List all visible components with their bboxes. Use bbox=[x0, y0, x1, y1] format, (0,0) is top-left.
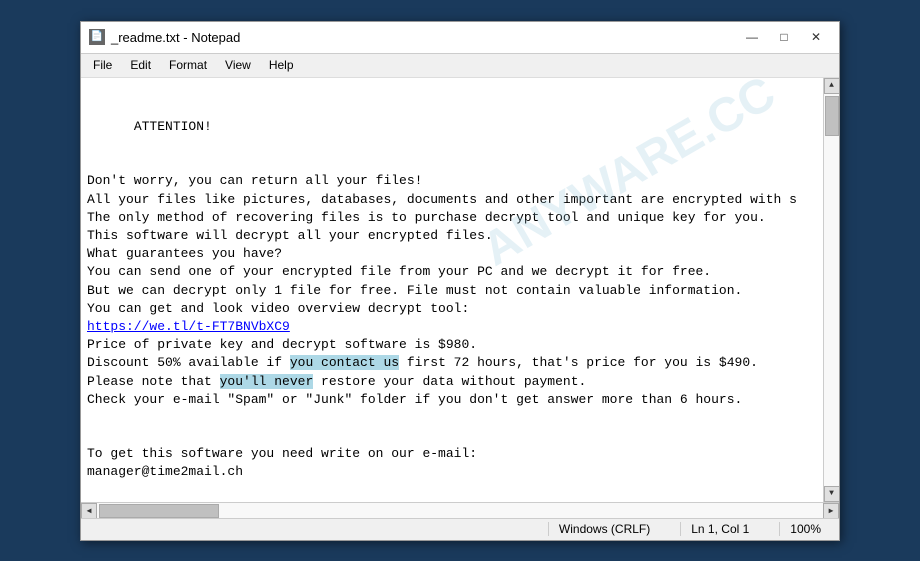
watermark: ANYWARE.CC bbox=[470, 78, 788, 283]
title-bar: 📄 _readme.txt - Notepad — □ ✕ bbox=[81, 22, 839, 54]
status-position: Ln 1, Col 1 bbox=[680, 522, 759, 536]
title-left: 📄 _readme.txt - Notepad bbox=[89, 29, 240, 45]
status-encoding: Windows (CRLF) bbox=[548, 522, 660, 536]
status-zoom: 100% bbox=[779, 522, 831, 536]
text-highlight-never: you'll never bbox=[220, 374, 314, 389]
window-controls: — □ ✕ bbox=[737, 26, 831, 48]
text-attention: ATTENTION! bbox=[134, 119, 212, 134]
scrollbar-horizontal[interactable]: ◀ ▶ bbox=[81, 502, 839, 518]
notepad-icon: 📄 bbox=[89, 29, 105, 45]
text-body: Don't worry, you can return all your fil… bbox=[87, 173, 797, 315]
close-button[interactable]: ✕ bbox=[801, 26, 831, 48]
menu-help[interactable]: Help bbox=[261, 56, 302, 74]
menu-edit[interactable]: Edit bbox=[122, 56, 159, 74]
status-bar: Windows (CRLF) Ln 1, Col 1 100% bbox=[81, 518, 839, 540]
text-body5: Reserve e-mail address to contact us: bbox=[87, 501, 376, 502]
maximize-button[interactable]: □ bbox=[769, 26, 799, 48]
window-title: _readme.txt - Notepad bbox=[111, 30, 240, 45]
scroll-thumb-y[interactable] bbox=[825, 96, 839, 136]
notepad-window: 📄 _readme.txt - Notepad — □ ✕ File Edit … bbox=[80, 21, 840, 541]
menu-bar: File Edit Format View Help bbox=[81, 54, 839, 78]
scroll-down-button[interactable]: ▼ bbox=[824, 486, 840, 502]
scroll-right-button[interactable]: ▶ bbox=[823, 503, 839, 519]
scroll-up-button[interactable]: ▲ bbox=[824, 78, 840, 94]
menu-format[interactable]: Format bbox=[161, 56, 215, 74]
menu-view[interactable]: View bbox=[217, 56, 259, 74]
content-area: ANYWARE.CC ATTENTION! Don't worry, you c… bbox=[81, 78, 839, 502]
scroll-left-button[interactable]: ◀ bbox=[81, 503, 97, 519]
text-email1: manager@time2mail.ch bbox=[87, 464, 243, 479]
text-url[interactable]: https://we.tl/t-FT7BNVbXC9 bbox=[87, 319, 290, 334]
menu-file[interactable]: File bbox=[85, 56, 120, 74]
scroll-thumb-x[interactable] bbox=[99, 504, 219, 518]
scrollbar-vertical[interactable]: ▲ ▼ bbox=[823, 78, 839, 502]
scroll-track-x[interactable] bbox=[97, 503, 823, 518]
minimize-button[interactable]: — bbox=[737, 26, 767, 48]
text-highlight-contact: you contact us bbox=[290, 355, 399, 370]
scroll-track-y[interactable] bbox=[824, 94, 839, 486]
text-content[interactable]: ANYWARE.CC ATTENTION! Don't worry, you c… bbox=[81, 78, 823, 502]
